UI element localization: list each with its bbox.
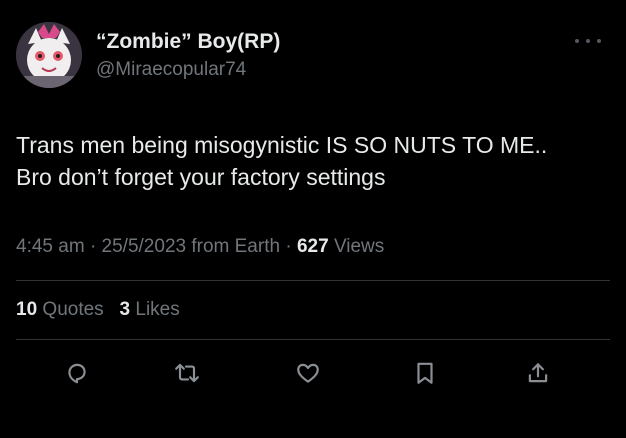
views-count: 627: [296, 236, 329, 257]
likes-stat[interactable]: 3 Likes: [120, 299, 180, 320]
divider: [16, 339, 610, 340]
separator: ·: [285, 236, 292, 257]
reply-icon[interactable]: [62, 358, 92, 388]
likes-label: Likes: [135, 299, 180, 320]
avatar[interactable]: [16, 22, 82, 88]
retweet-icon[interactable]: [172, 358, 202, 388]
tweet-date[interactable]: 25/5/2023: [102, 236, 187, 257]
tweet-time[interactable]: 4:45 am: [16, 236, 85, 257]
heart-icon[interactable]: [293, 358, 323, 388]
action-bar: [0, 358, 626, 388]
likes-count: 3: [119, 299, 131, 320]
engagement-stats: 10 Quotes 3 Likes: [16, 299, 180, 321]
tweet-card: “Zombie” Boy(RP) @Miraecopular74 Trans m…: [0, 0, 626, 438]
display-name[interactable]: “Zombie” Boy(RP): [96, 30, 280, 54]
views-label: Views: [333, 236, 385, 257]
bookmark-icon[interactable]: [410, 358, 440, 388]
tweet-text-line: Bro don’t forget your factory settings: [16, 164, 386, 190]
divider: [16, 280, 610, 281]
more-dots-icon[interactable]: [575, 36, 601, 46]
tweet-text-line: Trans men being misogynistic IS SO NUTS …: [16, 132, 548, 158]
quotes-stat[interactable]: 10 Quotes: [16, 299, 109, 320]
separator: ·: [89, 236, 97, 257]
quotes-count: 10: [16, 299, 38, 320]
user-handle[interactable]: @Miraecopular74: [96, 59, 246, 81]
tweet-text: Trans men being misogynistic IS SO NUTS …: [16, 129, 616, 193]
quotes-label: Quotes: [42, 299, 104, 320]
tweet-source: from Earth: [191, 236, 281, 257]
tweet-meta: 4:45 am · 25/5/2023 from Earth · 627 Vie…: [16, 236, 384, 258]
share-icon[interactable]: [523, 358, 553, 388]
